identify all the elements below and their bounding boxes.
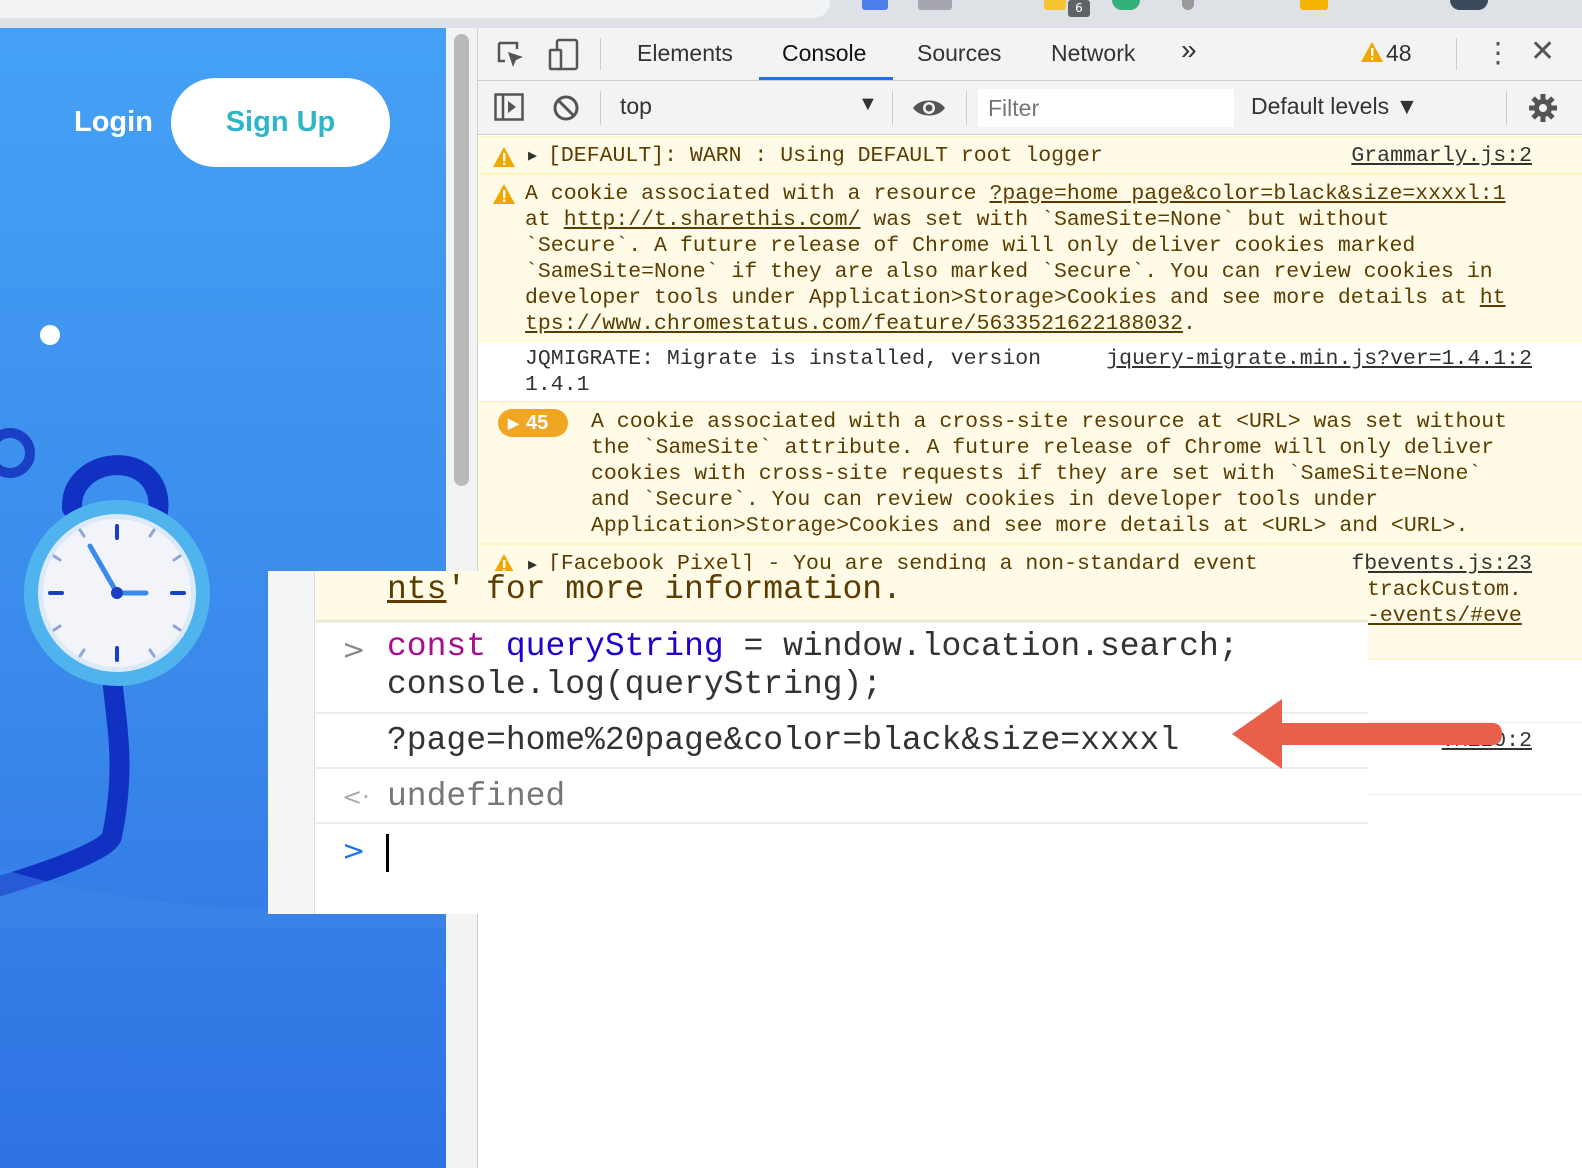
source-link[interactable]: Grammarly.js:2	[1351, 143, 1532, 169]
warnings-count[interactable]: 48	[1386, 40, 1412, 67]
input-prompt-icon: >	[342, 633, 366, 666]
message-text: 1.4.1	[525, 373, 590, 397]
more-tabs-button[interactable]: »	[1181, 34, 1197, 66]
browser-toolbar: 6	[0, 0, 1582, 28]
log-levels-dropdown[interactable]: Default levels ▼	[1251, 93, 1418, 120]
extension-icon[interactable]	[862, 0, 888, 10]
extension-icon[interactable]	[1044, 0, 1066, 10]
row-divider	[316, 767, 1368, 769]
code-variable: queryString	[505, 628, 724, 665]
separator	[600, 38, 601, 70]
separator	[1456, 38, 1457, 70]
address-bar[interactable]	[0, 0, 830, 18]
devtools-tabbar: Elements Console Sources Network » 48 ⋮ …	[478, 28, 1582, 81]
message-text: .	[1183, 312, 1196, 336]
message-text: A cookie associated with a cross-site re…	[591, 410, 1508, 434]
message-text: cookies with cross-site requests if they…	[591, 462, 1482, 486]
device-toolbar-icon[interactable]	[548, 38, 580, 72]
console-log-row: JQMIGRATE: Migrate is installed, version…	[478, 342, 1582, 402]
message-text: and `Secure`. You can review cookies in …	[591, 488, 1379, 512]
sidebar-toggle-icon[interactable]	[494, 93, 524, 121]
message-text: `SameSite=None` if they are also marked …	[525, 260, 1493, 284]
return-value: undefined	[387, 778, 566, 815]
chromestatus-link[interactable]: tps://www.chromestatus.com/feature/56335…	[525, 312, 1183, 336]
docs-link[interactable]: nts	[387, 571, 446, 608]
warning-tail-text: ' for more information.	[446, 571, 902, 608]
row-divider	[316, 621, 1368, 623]
live-expression-eye-icon[interactable]	[912, 97, 946, 119]
message-text: `Secure`. A future release of Chrome wil…	[525, 234, 1416, 258]
repeat-count-badge[interactable]: ▶ 45	[498, 409, 568, 437]
chromestatus-link[interactable]: ht	[1480, 286, 1506, 310]
source-link[interactable]: fbevents.js:23	[1351, 551, 1532, 577]
settings-gear-icon[interactable]	[1528, 93, 1558, 123]
zoom-gutter	[268, 571, 315, 914]
message-text: Application>Storage>Cookies and see more…	[591, 514, 1469, 538]
message-text: was set with `SameSite=None` but without	[860, 208, 1390, 232]
separator	[966, 91, 967, 125]
source-link[interactable]: jquery-migrate.min.js?ver=1.4.1:2	[1106, 346, 1532, 372]
extension-badge: 6	[1068, 0, 1090, 17]
code-line: console.log(queryString);	[387, 666, 883, 703]
query-string-output: ?page=home%20page&color=black&size=xxxxl	[387, 722, 1180, 759]
warning-icon[interactable]	[1360, 41, 1384, 63]
clear-console-icon[interactable]	[552, 94, 580, 122]
close-icon[interactable]: ✕	[1530, 34, 1555, 69]
message-text: at	[525, 208, 564, 232]
tab-console[interactable]: Console	[782, 40, 866, 67]
expand-triangle-icon: ▶	[508, 415, 519, 431]
console-prompt-icon: >	[342, 834, 366, 867]
extension-icon[interactable]	[1300, 0, 1328, 10]
console-toolbar: top ▼ Default levels ▼	[478, 81, 1582, 135]
tab-sources[interactable]: Sources	[917, 40, 1001, 67]
message-text: the `SameSite` attribute. A future relea…	[591, 436, 1495, 460]
extension-icon[interactable]	[1112, 0, 1140, 10]
console-warning-row: ▶ [DEFAULT]: WARN : Using DEFAULT root l…	[478, 136, 1582, 174]
scrollbar-thumb[interactable]	[454, 34, 469, 486]
separator	[600, 91, 601, 125]
filter-input[interactable]	[978, 89, 1234, 127]
sharethis-link[interactable]: http://t.sharethis.com/	[564, 208, 861, 232]
return-arrow-icon: <·	[342, 783, 370, 811]
row-divider	[316, 822, 1368, 824]
more-options-icon[interactable]: ⋮	[1484, 36, 1512, 69]
inspect-element-icon[interactable]	[496, 40, 526, 70]
warning-icon	[493, 147, 515, 167]
code-text: = window.location.search;	[723, 628, 1239, 665]
annotation-arrow	[1232, 699, 1502, 769]
console-warning-group-row: ▶ 45 A cookie associated with a cross-sit…	[478, 402, 1582, 544]
expand-triangle-icon[interactable]: ▶	[528, 144, 537, 170]
zoomed-console-callout: nts' for more information. > const query…	[268, 571, 1368, 914]
resource-link[interactable]: ?page=home page&color=black&size=xxxxl:1	[989, 182, 1505, 206]
extension-icon[interactable]	[918, 0, 952, 10]
message-text: A cookie associated with a resource	[525, 182, 990, 206]
tab-network[interactable]: Network	[1051, 40, 1135, 67]
chevron-down-icon[interactable]: ▼	[858, 93, 878, 116]
extension-icon[interactable]	[1182, 0, 1194, 10]
row-divider	[316, 712, 1368, 714]
message-text: developer tools under Application>Storag…	[525, 286, 1480, 310]
separator	[1506, 91, 1507, 125]
tab-elements[interactable]: Elements	[637, 40, 733, 67]
decor-dot	[40, 325, 60, 345]
login-link[interactable]: Login	[74, 106, 153, 139]
console-input-caret[interactable]	[386, 834, 389, 872]
message-text: JQMIGRATE: Migrate is installed, version	[525, 347, 1042, 371]
context-selector[interactable]: top	[620, 93, 652, 120]
console-warning-row: A cookie associated with a resource ?pag…	[478, 174, 1582, 342]
decor-ring	[0, 428, 35, 478]
separator	[892, 91, 893, 125]
code-keyword: const	[387, 628, 487, 665]
docs-link[interactable]: -events/#eve	[1367, 603, 1522, 629]
warning-icon	[493, 184, 515, 204]
active-tab-indicator	[759, 77, 893, 80]
message-text: [DEFAULT]: WARN : Using DEFAULT root log…	[548, 144, 1103, 168]
profile-avatar[interactable]	[1450, 0, 1488, 10]
signup-button[interactable]: Sign Up	[171, 78, 390, 167]
message-text: trackCustom.	[1367, 578, 1522, 602]
